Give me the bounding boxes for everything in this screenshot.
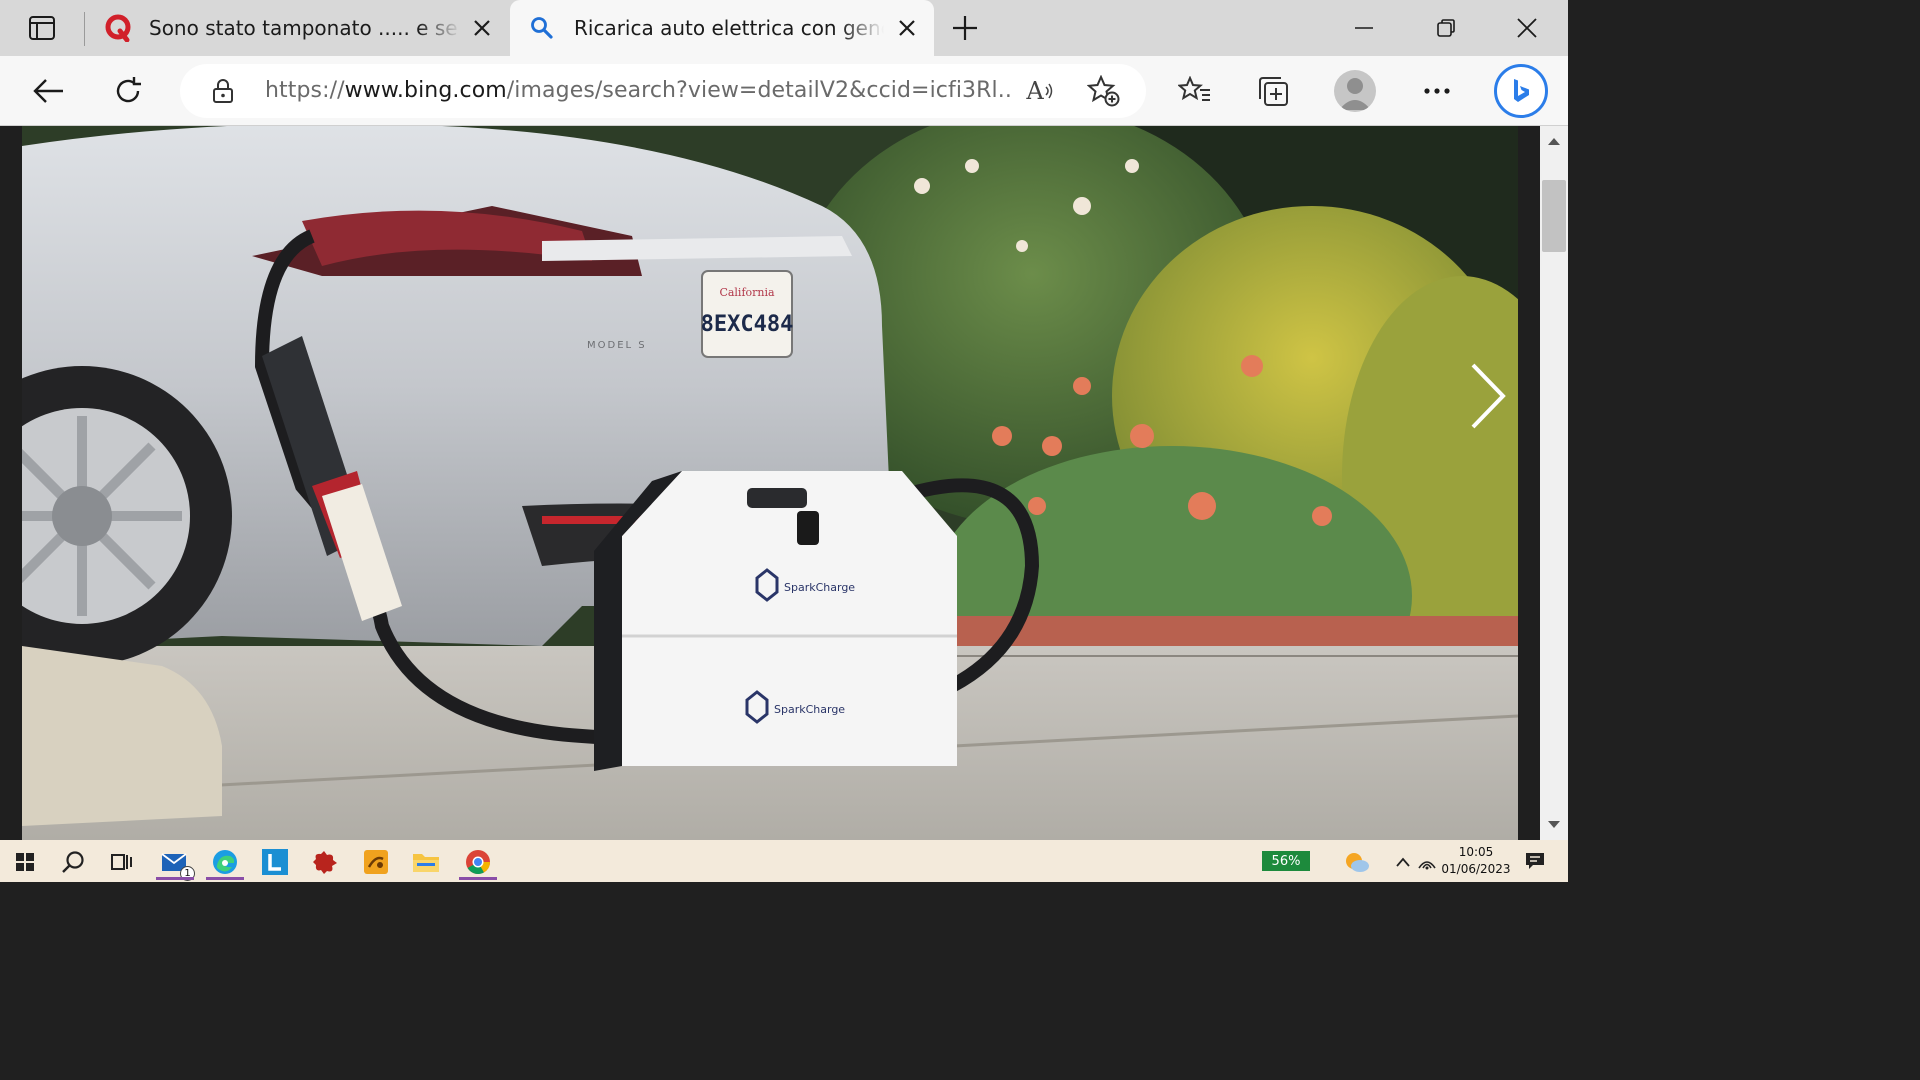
star-add-icon <box>1087 75 1120 107</box>
address-bar[interactable]: https://www.bing.com/images/search?view=… <box>180 64 1146 118</box>
chevron-right-icon <box>1471 363 1506 429</box>
triangle-up-icon <box>1548 138 1560 145</box>
tab-actions-button[interactable] <box>14 10 70 46</box>
search-icon <box>528 14 556 42</box>
l-app-icon <box>262 849 288 875</box>
puzzle-app-icon <box>313 851 337 874</box>
close-tab-button[interactable] <box>895 16 919 40</box>
plate-state: California <box>719 286 775 299</box>
close-window-button[interactable] <box>1505 8 1549 48</box>
scroll-up-button[interactable] <box>1546 134 1562 148</box>
minimize-button[interactable] <box>1342 8 1386 48</box>
orange-app-icon <box>364 850 388 874</box>
start-button[interactable] <box>2 844 48 880</box>
notification-center-button[interactable] <box>1522 850 1548 872</box>
task-view-icon <box>111 854 132 870</box>
taskbar-mail[interactable]: 1 <box>152 844 198 881</box>
taskbar-puzzle-app[interactable] <box>302 844 348 880</box>
chrome-icon <box>466 850 490 875</box>
url-text[interactable]: https://www.bing.com/images/search?view=… <box>265 78 1010 103</box>
plate-number: 8EXC484 <box>701 312 794 337</box>
page-content: California 8EXC484 MODEL S SparkCharge S… <box>0 126 1568 840</box>
tab-quora[interactable]: Sono stato tamponato ..... e se ca <box>94 0 506 56</box>
back-arrow-icon <box>33 79 63 103</box>
system-clock[interactable]: 10:05 01/06/2023 <box>1436 844 1516 878</box>
triangle-down-icon <box>1548 821 1560 828</box>
read-aloud-icon: A <box>1026 77 1044 105</box>
clock-date: 01/06/2023 <box>1441 862 1511 876</box>
scrollbar-thumb[interactable] <box>1542 180 1566 252</box>
taskbar-orange-app[interactable] <box>353 844 399 880</box>
collections-icon <box>1259 77 1288 106</box>
more-dots-icon <box>1424 88 1450 94</box>
close-icon <box>1517 18 1537 38</box>
search-icon <box>62 851 84 873</box>
vertical-scrollbar[interactable] <box>1540 126 1568 840</box>
bing-logo-icon <box>1514 79 1529 102</box>
active-indicator <box>156 877 194 880</box>
profile-avatar[interactable] <box>1334 70 1376 112</box>
collections-button[interactable] <box>1250 68 1296 114</box>
url-path: /images/search?view=detailV2&ccid=icfi3R… <box>506 78 1010 103</box>
minimize-icon <box>1355 27 1373 29</box>
search-button[interactable] <box>50 844 96 880</box>
charger-brand-lower: SparkCharge <box>774 703 845 716</box>
url-prefix: https:// <box>265 78 345 103</box>
back-button[interactable] <box>26 68 72 114</box>
active-indicator <box>206 877 244 880</box>
tab-title: Sono stato tamponato ..... e se ca <box>149 16 461 40</box>
close-icon <box>474 20 490 36</box>
close-tab-button[interactable] <box>470 16 494 40</box>
restore-button[interactable] <box>1424 8 1468 48</box>
person-icon <box>1339 78 1371 110</box>
read-aloud-waves-icon <box>1045 83 1052 99</box>
url-host: www.bing.com <box>344 78 507 103</box>
scroll-down-button[interactable] <box>1546 818 1562 832</box>
weather-button[interactable] <box>1334 844 1380 880</box>
add-favorite-button[interactable] <box>1086 74 1122 108</box>
ev-charging-photo: California 8EXC484 MODEL S SparkCharge S… <box>22 126 1518 840</box>
taskbar-file-explorer[interactable] <box>403 844 449 880</box>
favorites-button[interactable] <box>1172 68 1218 114</box>
taskbar-app-l[interactable] <box>252 844 298 880</box>
edge-icon <box>213 850 237 874</box>
bing-chat-button[interactable] <box>1494 64 1548 118</box>
next-image-button[interactable] <box>1462 362 1512 430</box>
battery-indicator[interactable]: 56% <box>1262 851 1310 871</box>
browser-toolbar: https://www.bing.com/images/search?view=… <box>0 56 1568 126</box>
plus-icon <box>953 16 977 40</box>
tab-title: Ricarica auto elettrica con genera <box>574 16 884 40</box>
restore-icon <box>1437 19 1455 37</box>
clock-time: 10:05 <box>1458 845 1494 859</box>
favorites-icon <box>1178 76 1210 101</box>
active-indicator <box>459 877 497 880</box>
wifi-icon <box>1418 861 1436 870</box>
settings-more-button[interactable] <box>1414 68 1460 114</box>
taskbar-chrome[interactable] <box>455 844 501 880</box>
read-aloud-button[interactable]: A <box>1022 74 1058 108</box>
close-icon <box>899 20 915 36</box>
car-badge: MODEL S <box>587 340 647 351</box>
new-tab-button[interactable] <box>944 10 986 46</box>
refresh-button[interactable] <box>105 68 151 114</box>
windows-taskbar: 1 56% 10:05 01/06/2023 <box>0 840 1568 882</box>
windows-logo-icon <box>16 853 34 871</box>
task-view-button[interactable] <box>99 844 145 880</box>
taskbar-edge[interactable] <box>202 844 248 880</box>
tab-separator <box>84 12 85 46</box>
quora-icon <box>104 14 132 42</box>
tab-strip: Sono stato tamponato ..... e se ca Ricar… <box>0 0 1568 56</box>
charger-brand-upper: SparkCharge <box>784 581 855 594</box>
lock-icon[interactable] <box>210 78 236 104</box>
tab-bing-search[interactable]: Ricarica auto elettrica con genera <box>510 0 934 56</box>
folder-icon <box>413 854 439 872</box>
notification-icon <box>1526 853 1544 869</box>
weather-icon <box>1346 853 1369 872</box>
image-detail-photo[interactable]: California 8EXC484 MODEL S SparkCharge S… <box>22 126 1518 840</box>
refresh-icon <box>116 77 141 103</box>
tab-actions-icon <box>29 16 55 40</box>
